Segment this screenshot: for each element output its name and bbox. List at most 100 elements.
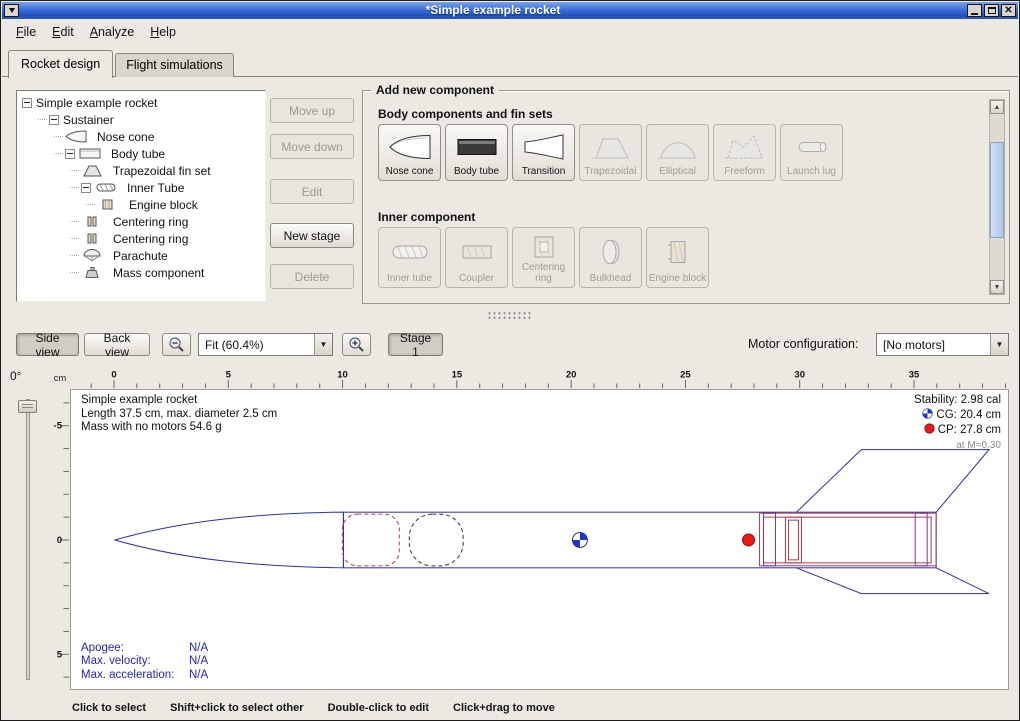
zoom-out-icon	[168, 336, 185, 353]
max-acceleration-label: Max. acceleration:	[81, 669, 189, 683]
tree-line	[70, 238, 79, 239]
coupler-icon	[455, 231, 499, 274]
menu-analyze[interactable]: Analyze	[82, 22, 142, 42]
new-stage-button[interactable]: New stage	[270, 223, 354, 248]
freeform-icon	[723, 128, 767, 167]
maximize-icon	[988, 7, 996, 14]
add-body-tube-button[interactable]: Body tube	[445, 124, 508, 181]
tree-expander[interactable]	[22, 98, 32, 108]
component-button-label: Launch lug	[787, 167, 836, 178]
scroll-up-button[interactable]: ▲	[990, 100, 1004, 114]
parachute-outline	[342, 514, 399, 566]
upper-fin-outline	[796, 450, 989, 513]
inner-tube-outline	[760, 513, 937, 566]
add-bulkhead-button[interactable]: Bulkhead	[579, 227, 642, 288]
component-button-label: Trapezoidal	[585, 167, 637, 178]
window-menu-button[interactable]	[4, 4, 19, 17]
add-engine-block-button[interactable]: Engine block	[646, 227, 709, 288]
move-up-button[interactable]: Move up	[270, 98, 354, 123]
add-transition-button[interactable]: Transition	[512, 124, 575, 181]
menu-file[interactable]: File	[8, 22, 44, 42]
tree-line	[70, 272, 79, 273]
component-scrollbar[interactable]: ▲ ▼	[989, 99, 1005, 295]
component-tree[interactable]: Simple example rocketSustainerNose coneB…	[16, 90, 266, 302]
tree-item-label: Centering ring	[113, 215, 188, 229]
tab-rocket-design[interactable]: Rocket design	[8, 50, 113, 78]
menu-edit[interactable]: Edit	[44, 22, 82, 42]
zoom-level-select[interactable]: Fit (60.4%) ▼	[198, 333, 333, 356]
cp-marker	[743, 534, 755, 546]
close-button[interactable]: ✕	[1001, 4, 1016, 17]
add-centering-ring-button[interactable]: Centering ring	[512, 227, 575, 288]
tree-item-trapezoidal-fin-set[interactable]: Trapezoidal fin set	[19, 162, 263, 179]
component-button-label: Body tube	[454, 167, 499, 178]
tree-item-sustainer[interactable]: Sustainer	[19, 111, 263, 128]
tree-item-engine-block[interactable]: Engine block	[19, 196, 263, 213]
tab-flight-simulations[interactable]: Flight simulations	[115, 53, 234, 77]
cg-value: 20.4 cm	[960, 409, 1001, 421]
zoom-out-button[interactable]	[162, 333, 191, 356]
tree-item-nose-cone[interactable]: Nose cone	[19, 128, 263, 145]
centering-ring-icon	[81, 215, 109, 228]
stability-label: Stability:	[914, 394, 957, 406]
add-coupler-button[interactable]: Coupler	[445, 227, 508, 288]
tree-item-body-tube[interactable]: Body tube	[19, 145, 263, 162]
combo-arrow-icon[interactable]: ▼	[990, 334, 1008, 355]
minimize-button[interactable]	[967, 4, 982, 17]
edit-button[interactable]: Edit	[270, 179, 354, 204]
tree-item-label: Engine block	[129, 198, 198, 212]
tree-item-label: Mass component	[113, 266, 204, 280]
delete-button[interactable]: Delete	[270, 264, 354, 289]
svg-text:30: 30	[794, 370, 805, 381]
tree-item-inner-tube[interactable]: Inner Tube	[19, 179, 263, 196]
rotation-slider[interactable]	[26, 399, 30, 680]
rotation-angle-label: 0°	[10, 369, 21, 383]
scrollbar-thumb[interactable]	[990, 142, 1004, 238]
splitter-handle[interactable]	[2, 308, 1018, 322]
rocket-drawing	[71, 390, 1008, 689]
tree-item-centering-ring[interactable]: Centering ring	[19, 230, 263, 247]
combo-arrow-icon[interactable]: ▼	[314, 334, 332, 355]
cg-icon	[922, 408, 933, 424]
add-inner-tube-button[interactable]: Inner tube	[378, 227, 441, 288]
tree-item-centering-ring[interactable]: Centering ring	[19, 213, 263, 230]
add-trapezoidal-button[interactable]: Trapezoidal	[579, 124, 642, 181]
fin-set-icon	[81, 164, 109, 177]
engine-block-icon	[656, 231, 700, 274]
centering-ring-icon	[522, 231, 566, 263]
tree-expander[interactable]	[81, 183, 91, 193]
rotation-slider-thumb[interactable]	[18, 400, 37, 413]
add-nose-cone-button[interactable]: Nose cone	[378, 124, 441, 181]
move-down-button[interactable]: Move down	[270, 134, 354, 159]
add-elliptical-button[interactable]: Elliptical	[646, 124, 709, 181]
motor-configuration-select[interactable]: [No motors] ▼	[876, 333, 1009, 356]
add-freeform-button[interactable]: Freeform	[713, 124, 776, 181]
tree-item-mass-component[interactable]: Mass component	[19, 264, 263, 281]
side-view-button[interactable]: Side view	[16, 333, 79, 356]
menu-help[interactable]: Help	[142, 22, 184, 42]
tree-expander[interactable]	[49, 115, 59, 125]
rocket-name: Simple example rocket	[81, 394, 277, 408]
tree-item-parachute[interactable]: Parachute	[19, 247, 263, 264]
rocket-dimensions: Length 37.5 cm, max. diameter 2.5 cm	[81, 408, 277, 422]
tree-line	[86, 204, 95, 205]
scroll-down-button[interactable]: ▼	[990, 280, 1004, 294]
rocket-design-pane: Simple example rocketSustainerNose coneB…	[2, 76, 1018, 719]
stage-1-toggle[interactable]: Stage 1	[388, 333, 443, 356]
tree-expander[interactable]	[65, 149, 75, 159]
back-view-button[interactable]: Back view	[84, 333, 150, 356]
engine-block-icon	[97, 198, 125, 211]
stability-value: 2.98 cal	[961, 394, 1001, 406]
title-bar: *Simple example rocket ✕	[2, 2, 1018, 19]
svg-text:-5: -5	[54, 421, 63, 432]
zoom-in-button[interactable]	[342, 333, 371, 356]
component-button-label: Elliptical	[659, 167, 696, 178]
rocket-view-canvas[interactable]: Simple example rocket Length 37.5 cm, ma…	[70, 389, 1009, 690]
add-launch-lug-button[interactable]: Launch lug	[780, 124, 843, 181]
tree-line	[54, 153, 63, 154]
tree-item-simple-example-rocket[interactable]: Simple example rocket	[19, 94, 263, 111]
component-button-row: Inner tubeCouplerCentering ringBulkheadE…	[378, 227, 709, 288]
horizontal-ruler: 05101520253035	[70, 368, 1009, 389]
menu-bar: FileEditAnalyzeHelp	[2, 20, 1018, 44]
maximize-button[interactable]	[984, 4, 999, 17]
